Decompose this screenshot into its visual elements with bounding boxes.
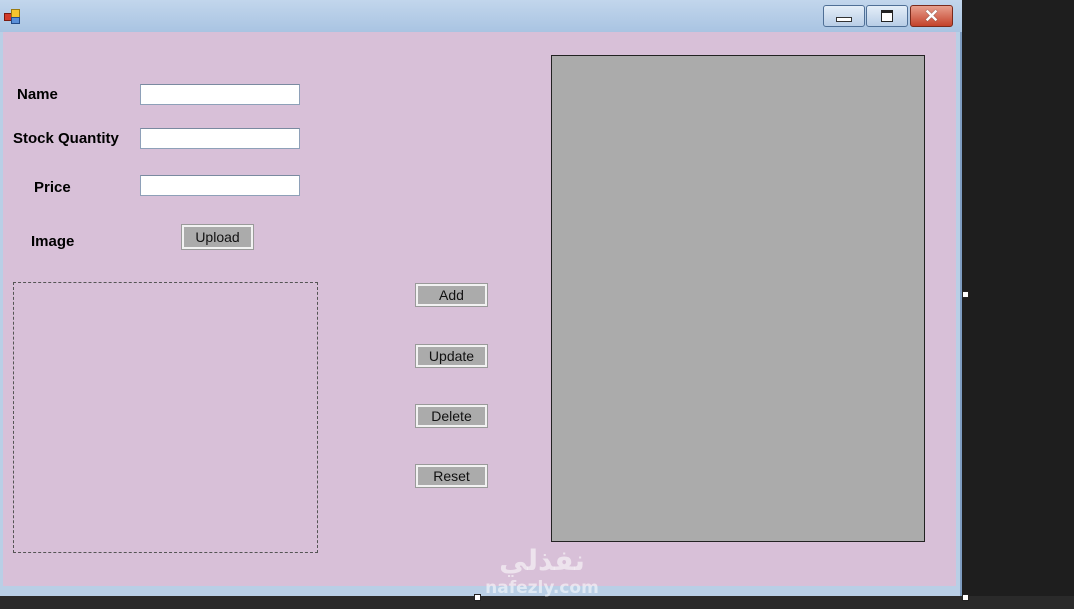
watermark: نفذلي nafezly.com xyxy=(472,544,612,606)
maximize-icon xyxy=(881,10,893,22)
image-label: Image xyxy=(31,233,75,250)
stock-quantity-label: Stock Quantity xyxy=(13,130,119,147)
price-input[interactable] xyxy=(140,175,300,196)
update-button[interactable]: Update xyxy=(415,344,488,368)
reset-button[interactable]: Reset xyxy=(415,464,488,488)
title-bar[interactable]: ✕ xyxy=(0,0,962,32)
image-preview-box xyxy=(13,282,318,553)
name-input[interactable] xyxy=(140,84,300,105)
stock-quantity-input[interactable] xyxy=(140,128,300,149)
watermark-latin: nafezly.com xyxy=(485,578,599,598)
minimize-icon xyxy=(836,16,852,22)
close-button[interactable]: ✕ xyxy=(910,5,953,27)
resize-handle-right[interactable] xyxy=(962,291,969,298)
products-data-grid[interactable] xyxy=(551,55,925,542)
form-client-area: Name Stock Quantity Price Image Upload A… xyxy=(3,32,956,586)
close-icon: ✕ xyxy=(923,6,940,26)
maximize-button[interactable] xyxy=(866,5,908,27)
app-window: ✕ Name Stock Quantity Price Image Upload… xyxy=(0,0,962,596)
price-label: Price xyxy=(34,179,71,196)
minimize-button[interactable] xyxy=(823,5,865,27)
app-icon xyxy=(4,9,20,24)
upload-button[interactable]: Upload xyxy=(181,224,254,250)
resize-handle-corner[interactable] xyxy=(962,594,969,601)
delete-button[interactable]: Delete xyxy=(415,404,488,428)
watermark-arabic: نفذلي xyxy=(499,544,585,577)
add-button[interactable]: Add xyxy=(415,283,488,307)
name-label: Name xyxy=(17,86,58,103)
